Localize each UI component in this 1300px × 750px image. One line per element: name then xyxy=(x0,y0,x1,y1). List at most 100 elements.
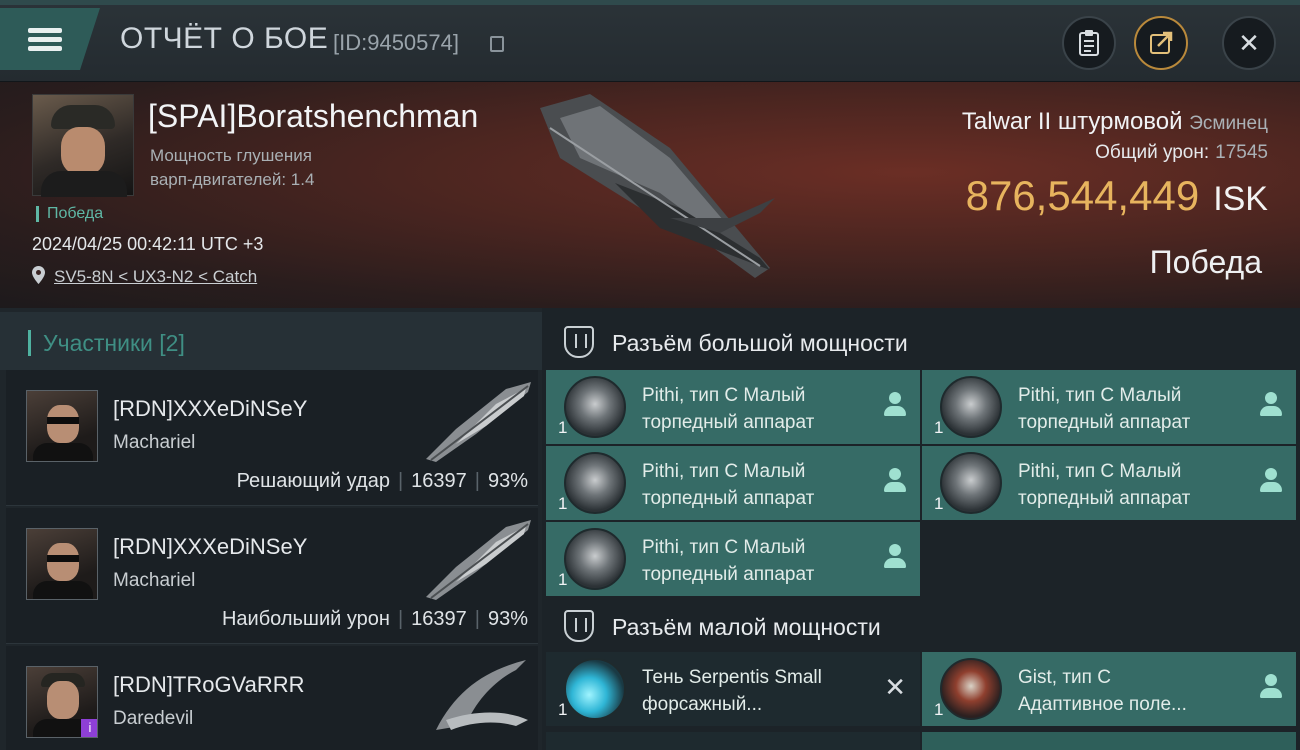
module-quantity: 1 xyxy=(934,494,944,513)
share-icon xyxy=(1150,31,1173,54)
info-badge-icon[interactable]: i xyxy=(81,719,97,737)
avatar[interactable] xyxy=(26,528,98,600)
participant-row[interactable]: [RDN]XXXeDiNSeY Machariel Решающий удар |… xyxy=(6,370,538,506)
module-name-line2: торпедный аппарат xyxy=(1018,488,1191,509)
total-damage-label: Общий урон: xyxy=(1095,142,1210,163)
module-name-line1: Pithi, тип C Малый xyxy=(642,461,806,482)
top-bar: ОТЧЁТ О БОЕ [ID:9450574] ✕ xyxy=(0,0,1300,82)
hamburger-icon xyxy=(28,24,62,55)
module-name-line2: Адаптивное поле... xyxy=(1018,694,1187,715)
location-link[interactable]: SV5-8N < UX3-N2 < Catch xyxy=(54,267,257,287)
module-name: Pithi, тип C Малый торпедный аппарат xyxy=(642,534,882,588)
module-quantity: 1 xyxy=(558,700,568,719)
module-quantity: 1 xyxy=(934,418,944,437)
victim-ship-name: Talwar II штурмовой xyxy=(961,108,1183,135)
participant-name: [RDN]TRoGVaRRR xyxy=(113,672,305,697)
pilot-attribute-line1: Мощность глушения xyxy=(150,146,312,165)
participant-stats: Решающий удар | 16397 | 93% xyxy=(236,470,528,492)
module-name-line2: торпедный аппарат xyxy=(642,564,815,585)
person-icon[interactable] xyxy=(884,544,906,570)
person-icon[interactable] xyxy=(884,392,906,418)
kill-banner: [SPAI]Boratshenchman Мощность глушения в… xyxy=(0,82,1300,308)
close-icon: ✕ xyxy=(1238,28,1260,58)
pilot-attribute: Мощность глушения варп-двигателей: 1.4 xyxy=(150,144,410,192)
battle-result: Победа xyxy=(1149,244,1262,280)
avatar[interactable] xyxy=(26,390,98,462)
participant-ship-image xyxy=(426,382,531,462)
module-name-line1: Pithi, тип C Малый xyxy=(642,385,806,406)
torpedo-launcher-icon xyxy=(940,452,1002,514)
person-icon[interactable] xyxy=(1260,392,1282,418)
person-icon[interactable] xyxy=(1260,674,1282,700)
high-slot-icon xyxy=(564,326,594,358)
module-name-line2: форсажный... xyxy=(642,694,763,715)
torpedo-launcher-icon xyxy=(564,452,626,514)
module-name: Pithi, тип C Малый торпедный аппарат xyxy=(1018,458,1258,512)
participant-row[interactable]: i [RDN]TRoGVaRRR Daredevil xyxy=(6,646,538,750)
share-button[interactable] xyxy=(1134,16,1188,70)
close-button[interactable]: ✕ xyxy=(1222,16,1276,70)
page-title: ОТЧЁТ О БОЕ xyxy=(120,22,329,55)
participant-damage: 16397 xyxy=(411,470,467,492)
clipboard-icon xyxy=(1079,30,1099,56)
location-pin-icon xyxy=(32,266,45,284)
clipboard-button[interactable] xyxy=(1062,16,1116,70)
total-damage-value: 17545 xyxy=(1215,142,1268,163)
destroyed-icon: ✕ xyxy=(884,672,906,702)
pilot-attribute-line2: варп-двигателей: 1.4 xyxy=(150,170,315,189)
participant-ship: Daredevil xyxy=(113,708,194,729)
participants-header[interactable]: Участники [2] xyxy=(0,312,542,370)
module-name-line2: торпедный аппарат xyxy=(642,412,815,433)
module-slot[interactable]: 1 Pithi, тип C Малый торпедный аппарат xyxy=(922,446,1296,520)
copy-icon[interactable] xyxy=(490,36,504,52)
participants-panel: Участники [2] [RDN]XXXeDiNSeY Machariel … xyxy=(0,308,542,750)
module-quantity: 1 xyxy=(558,418,568,437)
module-quantity: 1 xyxy=(558,570,568,589)
person-icon[interactable] xyxy=(1260,468,1282,494)
participant-damage: 16397 xyxy=(411,608,467,630)
low-slot-title: Разъём малой мощности xyxy=(612,614,881,640)
victim-ship-class: Эсминец xyxy=(1189,113,1268,134)
fitting-panel: Разъём большой мощности 1 Pithi, тип C М… xyxy=(542,308,1300,750)
isk-value: 876,544,449 ISK xyxy=(966,172,1268,220)
module-name-line1: Gist, тип C xyxy=(1018,667,1111,688)
report-id: [ID:9450574] xyxy=(333,30,459,55)
victim-ship: Talwar II штурмовой Эсминец xyxy=(962,108,1268,136)
module-slot-partial[interactable] xyxy=(546,732,920,750)
avatar[interactable]: i xyxy=(26,666,98,738)
module-slot[interactable]: 1 Pithi, тип C Малый торпедный аппарат xyxy=(546,522,920,596)
module-name-line1: Тень Serpentis Small xyxy=(642,667,822,688)
module-name-line2: торпедный аппарат xyxy=(1018,412,1191,433)
isk-amount: 876,544,449 xyxy=(965,172,1200,219)
participant-percent: 93% xyxy=(487,470,528,492)
isk-unit: ISK xyxy=(1213,180,1268,218)
participant-stats: Наибольший урон | 16397 | 93% xyxy=(221,608,528,630)
high-slot-title: Разъём большой мощности xyxy=(612,330,908,356)
battle-datetime: 2024/04/25 00:42:11 UTC +3 xyxy=(32,234,264,254)
status-badge: Победа xyxy=(36,206,103,222)
module-name-line1: Pithi, тип C Малый xyxy=(1018,461,1182,482)
participant-ship: Machariel xyxy=(113,570,196,591)
participant-role: Наибольший урон xyxy=(221,608,390,630)
participant-ship-image xyxy=(436,660,528,730)
module-slot[interactable]: 1 Pithi, тип C Малый торпедный аппарат xyxy=(546,446,920,520)
participant-row[interactable]: [RDN]XXXeDiNSeY Machariel Наибольший уро… xyxy=(6,508,538,644)
module-slot[interactable]: 1 Gist, тип C Адаптивное поле... xyxy=(922,652,1296,726)
module-name: Тень Serpentis Small форсажный... xyxy=(642,664,882,718)
menu-button[interactable] xyxy=(0,8,100,70)
pilot-avatar[interactable] xyxy=(32,94,134,197)
module-name-line2: торпедный аппарат xyxy=(642,488,815,509)
module-slot-partial[interactable] xyxy=(922,732,1296,750)
person-icon[interactable] xyxy=(884,468,906,494)
module-slot[interactable]: 1 Pithi, тип C Малый торпедный аппарат xyxy=(922,370,1296,444)
participant-percent: 93% xyxy=(487,608,528,630)
torpedo-launcher-icon xyxy=(564,376,626,438)
module-name-line1: Pithi, тип C Малый xyxy=(642,537,806,558)
pilot-name[interactable]: [SPAI]Boratshenchman xyxy=(148,98,478,135)
module-name: Gist, тип C Адаптивное поле... xyxy=(1018,664,1258,718)
torpedo-launcher-icon xyxy=(940,376,1002,438)
low-slot-icon xyxy=(564,610,594,642)
module-slot[interactable]: 1 Pithi, тип C Малый торпедный аппарат xyxy=(546,370,920,444)
adaptive-field-icon xyxy=(940,658,1002,720)
module-slot[interactable]: 1 Тень Serpentis Small форсажный... ✕ xyxy=(546,652,920,726)
